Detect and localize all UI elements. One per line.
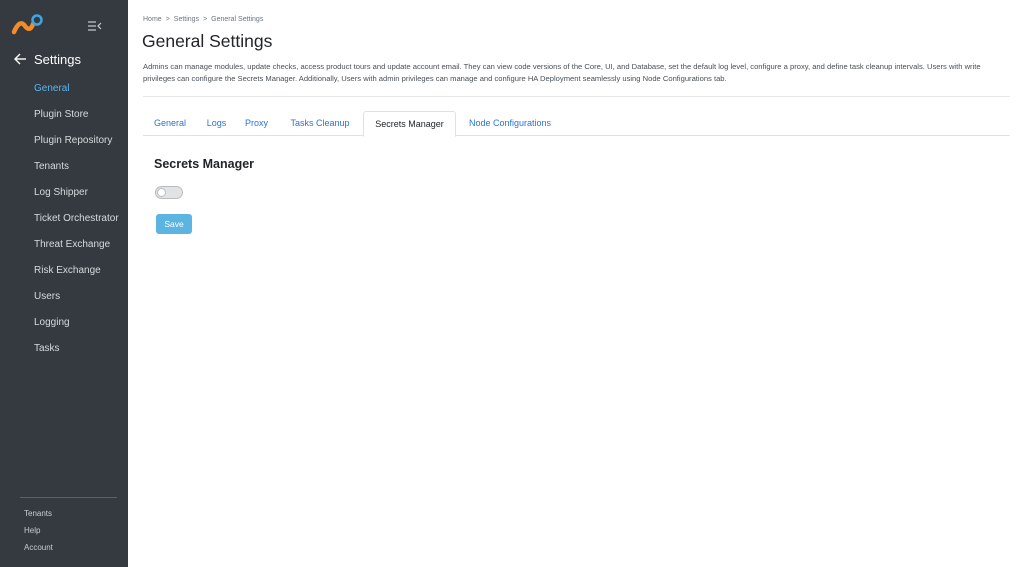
app-logo-icon[interactable] bbox=[11, 14, 43, 36]
save-button[interactable]: Save bbox=[156, 214, 192, 234]
breadcrumb-separator: > bbox=[165, 16, 170, 23]
tab-general[interactable]: General bbox=[143, 111, 197, 136]
sidebar-item-risk-exchange[interactable]: Risk Exchange bbox=[0, 260, 128, 286]
sidebar-item-tenants[interactable]: Tenants bbox=[0, 156, 128, 182]
sidebar-nav: General Plugin Store Plugin Repository T… bbox=[0, 78, 128, 364]
section-title: Secrets Manager bbox=[154, 157, 255, 171]
sidebar-item-log-shipper[interactable]: Log Shipper bbox=[0, 182, 128, 208]
sidebar-item-plugin-store[interactable]: Plugin Store bbox=[0, 104, 128, 130]
toggle-knob bbox=[157, 188, 166, 197]
sidebar-item-users[interactable]: Users bbox=[0, 286, 128, 312]
breadcrumb-home[interactable]: Home bbox=[143, 16, 162, 23]
footer-item-help[interactable]: Help bbox=[24, 525, 53, 542]
breadcrumb: Home > Settings > General Settings bbox=[143, 16, 263, 23]
tab-logs[interactable]: Logs bbox=[197, 111, 236, 136]
breadcrumb-general-settings: General Settings bbox=[211, 16, 264, 23]
sidebar-item-plugin-repository[interactable]: Plugin Repository bbox=[0, 130, 128, 156]
main-content: Home > Settings > General Settings General S… bbox=[128, 0, 1024, 567]
breadcrumb-settings[interactable]: Settings bbox=[174, 16, 199, 23]
tab-tasks-cleanup[interactable]: Tasks Cleanup bbox=[277, 111, 363, 136]
arrow-left-icon bbox=[14, 53, 26, 65]
sidebar-item-tasks[interactable]: Tasks bbox=[0, 338, 128, 364]
tab-proxy[interactable]: Proxy bbox=[236, 111, 277, 136]
sidebar: Settings General Plugin Store Plugin Rep… bbox=[0, 0, 128, 567]
sidebar-item-ticket-orchestrator[interactable]: Ticket Orchestrator bbox=[0, 208, 128, 234]
back-to-settings[interactable]: Settings bbox=[14, 50, 81, 68]
secrets-manager-toggle[interactable] bbox=[155, 186, 183, 199]
page-title: General Settings bbox=[142, 31, 273, 51]
sidebar-title: Settings bbox=[34, 51, 81, 67]
footer-item-account[interactable]: Account bbox=[24, 542, 53, 559]
page-description: Admins can manage modules, update checks… bbox=[143, 62, 981, 83]
settings-tabs: General Logs Proxy Tasks Cleanup Secrets… bbox=[143, 111, 1010, 137]
tab-node-configurations[interactable]: Node Configurations bbox=[456, 111, 564, 136]
sidebar-footer: Tenants Help Account bbox=[24, 508, 53, 559]
sidebar-item-logging[interactable]: Logging bbox=[0, 312, 128, 338]
tab-secrets-manager[interactable]: Secrets Manager bbox=[363, 111, 456, 137]
sidebar-divider bbox=[20, 497, 117, 498]
collapse-sidebar-icon[interactable] bbox=[88, 19, 102, 31]
sidebar-item-general[interactable]: General bbox=[0, 78, 128, 104]
description-divider bbox=[143, 96, 1010, 97]
sidebar-item-threat-exchange[interactable]: Threat Exchange bbox=[0, 234, 128, 260]
breadcrumb-separator: > bbox=[203, 16, 208, 23]
footer-item-tenants[interactable]: Tenants bbox=[24, 508, 53, 525]
